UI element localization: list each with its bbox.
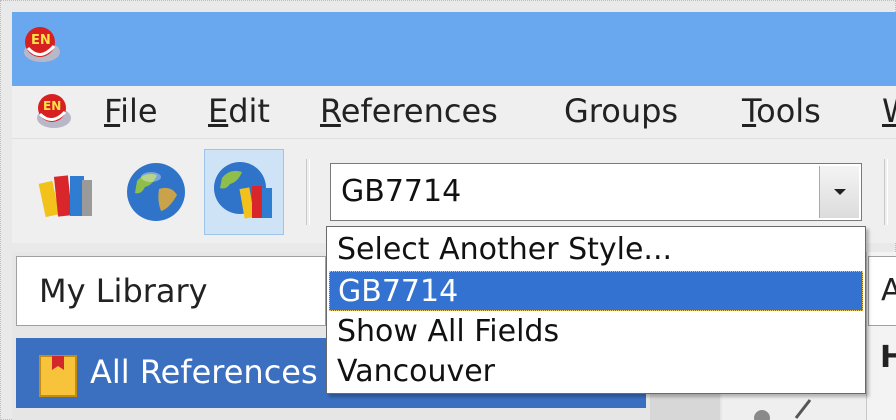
online-search-button[interactable] xyxy=(116,149,196,235)
group-label: All References xyxy=(90,353,318,391)
library-selector[interactable]: My Library xyxy=(16,256,326,326)
menu-bar: EN File Edit References Groups Tools W xyxy=(12,86,896,139)
style-option-gb7714[interactable]: GB7714 xyxy=(329,271,863,311)
library-name: My Library xyxy=(39,272,208,310)
menu-groups[interactable]: Groups xyxy=(564,88,678,134)
title-bar xyxy=(12,12,896,86)
menu-file[interactable]: File xyxy=(104,88,158,134)
references-folder-icon xyxy=(39,355,77,397)
menu-edit[interactable]: Edit xyxy=(208,88,270,134)
output-style-select[interactable]: GB7714 xyxy=(330,163,862,221)
toolbar-separator xyxy=(884,159,888,225)
svg-text:EN: EN xyxy=(43,99,61,113)
reference-pane-heading: H xyxy=(880,340,896,375)
local-library-icon xyxy=(38,175,92,218)
menu-tools[interactable]: Tools xyxy=(742,88,821,134)
online-search-icon xyxy=(127,163,185,221)
attachment-icon[interactable] xyxy=(740,396,820,420)
local-library-button[interactable] xyxy=(28,149,108,235)
menu-window[interactable]: W xyxy=(882,88,896,134)
integrated-library-button[interactable] xyxy=(204,149,284,235)
style-option-vancouver[interactable]: Vancouver xyxy=(329,352,863,392)
svg-text:EN: EN xyxy=(31,33,51,48)
chevron-down-icon xyxy=(833,189,846,195)
style-option-show-all-fields[interactable]: Show All Fields xyxy=(329,312,863,352)
endnote-app-icon: EN xyxy=(24,27,60,62)
menu-references[interactable]: References xyxy=(320,88,498,134)
style-option-select-another[interactable]: Select Another Style... xyxy=(329,230,863,270)
endnote-menu-icon[interactable]: EN xyxy=(30,90,76,132)
reference-pane-field[interactable]: A xyxy=(868,256,896,326)
toolbar-separator xyxy=(306,159,310,225)
output-style-dropdown: Select Another Style... GB7714 Show All … xyxy=(326,226,866,394)
integrated-library-icon xyxy=(214,162,272,219)
output-style-value: GB7714 xyxy=(341,174,462,209)
dropdown-arrow-button[interactable] xyxy=(819,166,859,218)
